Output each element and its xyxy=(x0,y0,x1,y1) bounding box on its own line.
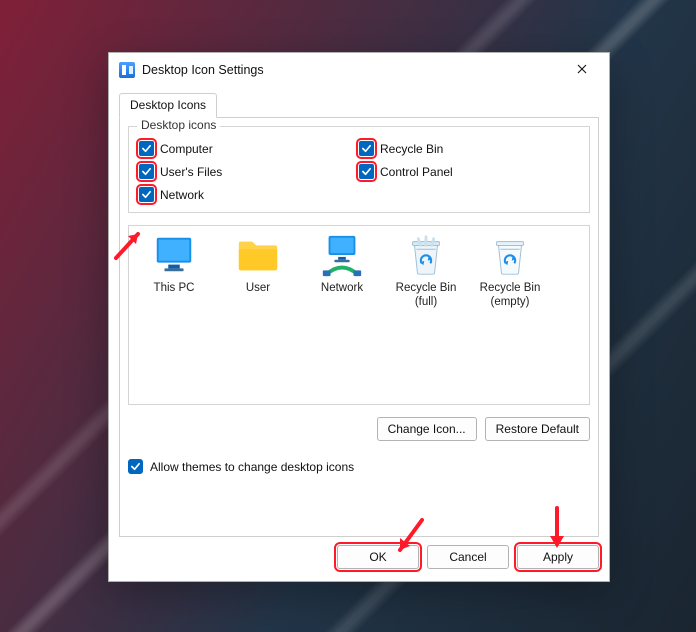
tabbar: Desktop Icons xyxy=(109,87,609,118)
check-label: Recycle Bin xyxy=(380,142,443,156)
check-label: Control Panel xyxy=(380,165,453,179)
check-recycle-bin[interactable]: Recycle Bin xyxy=(359,141,579,156)
preview-network[interactable]: Network xyxy=(303,232,381,398)
check-allow-themes[interactable]: Allow themes to change desktop icons xyxy=(128,459,590,474)
window-title: Desktop Icon Settings xyxy=(142,63,264,77)
dialog-buttons: OK Cancel Apply xyxy=(109,545,609,581)
close-button[interactable] xyxy=(559,54,605,84)
icon-action-buttons: Change Icon... Restore Default xyxy=(128,417,590,441)
preview-recycle-bin-full[interactable]: Recycle Bin (full) xyxy=(387,232,465,398)
folder-icon xyxy=(235,232,281,278)
check-label: Allow themes to change desktop icons xyxy=(150,460,354,474)
change-icon-button[interactable]: Change Icon... xyxy=(377,417,477,441)
group-title: Desktop icons xyxy=(137,118,220,132)
check-label: Network xyxy=(160,188,204,202)
check-control-panel[interactable]: Control Panel xyxy=(359,164,579,179)
tab-desktop-icons[interactable]: Desktop Icons xyxy=(119,93,217,118)
preview-recycle-bin-empty[interactable]: Recycle Bin (empty) xyxy=(471,232,549,398)
ok-button[interactable]: OK xyxy=(337,545,419,569)
checkbox-icon xyxy=(139,164,154,179)
preview-label: Network xyxy=(321,282,363,296)
recycle-bin-empty-icon xyxy=(487,232,533,278)
preview-label: User xyxy=(246,282,270,296)
preview-label: Recycle Bin (full) xyxy=(387,282,465,310)
check-computer[interactable]: Computer xyxy=(139,141,359,156)
checkbox-icon xyxy=(128,459,143,474)
checkbox-icon xyxy=(359,164,374,179)
close-icon xyxy=(577,64,587,74)
desktop-icon-settings-dialog: Desktop Icon Settings Desktop Icons Desk… xyxy=(108,52,610,582)
checkbox-icon xyxy=(359,141,374,156)
preview-label: This PC xyxy=(154,282,195,296)
preview-user[interactable]: User xyxy=(219,232,297,398)
check-label: Computer xyxy=(160,142,213,156)
check-network[interactable]: Network xyxy=(139,187,359,202)
check-users-files[interactable]: User's Files xyxy=(139,164,359,179)
check-label: User's Files xyxy=(160,165,222,179)
cancel-button[interactable]: Cancel xyxy=(427,545,509,569)
group-desktop-icons: Desktop icons Computer User's Files xyxy=(128,126,590,213)
recycle-bin-full-icon xyxy=(403,232,449,278)
restore-default-button[interactable]: Restore Default xyxy=(485,417,590,441)
icon-preview-list: This PC User Network xyxy=(128,225,590,405)
tab-body: Desktop icons Computer User's Files xyxy=(119,118,599,537)
checkbox-icon xyxy=(139,187,154,202)
monitor-icon xyxy=(151,232,197,278)
network-icon xyxy=(319,232,365,278)
apply-button[interactable]: Apply xyxy=(517,545,599,569)
preview-label: Recycle Bin (empty) xyxy=(471,282,549,310)
preview-this-pc[interactable]: This PC xyxy=(135,232,213,398)
checkbox-icon xyxy=(139,141,154,156)
app-icon xyxy=(119,62,135,78)
titlebar: Desktop Icon Settings xyxy=(109,53,609,87)
